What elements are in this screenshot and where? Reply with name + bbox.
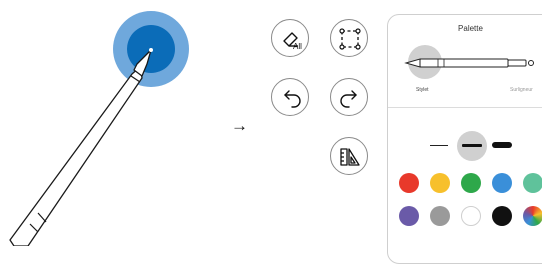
color-swatch-purple[interactable] xyxy=(399,206,419,226)
color-swatch-teal[interactable] xyxy=(523,173,542,193)
redo-button[interactable] xyxy=(330,78,368,116)
color-swatch-yellow[interactable] xyxy=(430,173,450,193)
color-swatch-white[interactable] xyxy=(461,206,481,226)
erase-all-label: All xyxy=(293,42,302,51)
pen-selector[interactable] xyxy=(400,43,542,81)
lasso-select-button[interactable] xyxy=(330,19,368,57)
eraser-icon xyxy=(283,32,298,47)
stylus-illustration xyxy=(0,0,210,247)
ruler-icon xyxy=(340,148,360,166)
color-swatch-blue[interactable] xyxy=(492,173,512,193)
stroke-thin[interactable] xyxy=(430,145,448,146)
undo-button[interactable] xyxy=(271,78,309,116)
color-swatch-red[interactable] xyxy=(399,173,419,193)
color-swatch-green[interactable] xyxy=(461,173,481,193)
undo-icon xyxy=(284,90,301,108)
color-swatch-rainbow[interactable] xyxy=(523,206,542,226)
stroke-thick[interactable] xyxy=(492,142,512,148)
pen-label-surligneur[interactable]: Surligneur xyxy=(510,87,533,93)
color-swatch-gray[interactable] xyxy=(430,206,450,226)
transition-arrow: → xyxy=(231,116,248,135)
palette-panel: Palette Stylet Surligneur xyxy=(387,14,542,264)
pen-icon xyxy=(404,58,534,68)
ruler-button[interactable] xyxy=(330,137,368,175)
stroke-medium[interactable] xyxy=(462,144,482,147)
palette-divider xyxy=(388,107,542,108)
selection-icon xyxy=(339,28,361,50)
erase-all-button[interactable]: All xyxy=(271,19,309,57)
color-swatch-black[interactable] xyxy=(492,206,512,226)
redo-icon xyxy=(340,90,357,108)
pen-label-stylet[interactable]: Stylet xyxy=(416,87,429,93)
palette-title: Palette xyxy=(458,24,483,33)
